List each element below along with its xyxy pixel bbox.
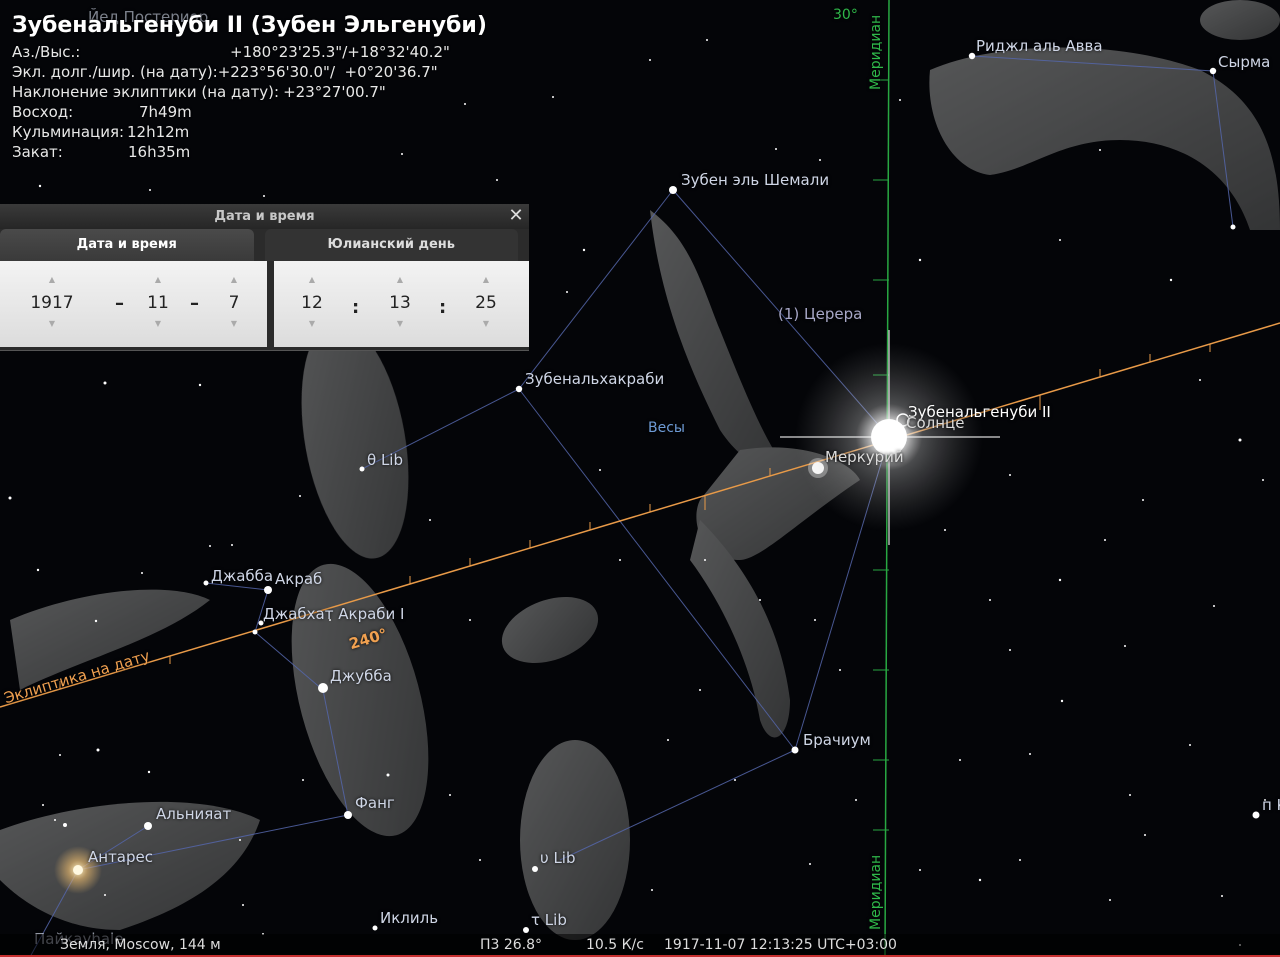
info-label: Экл. долг./шир. (на дату): [12,63,218,81]
star-label-zubenalakrab[interactable]: Зубенальхакраби [525,370,664,388]
info-value: +180°23'25.3"/+18°32'40.2" [230,43,450,61]
object-title: Зубенальгенуби II (Зубен Эльгенуби) [12,13,487,38]
chevron-up-icon[interactable]: ▲ [370,275,430,284]
date-separator: – [190,293,199,314]
star-label-theta-lib[interactable]: θ Lib [367,451,403,469]
info-row-transit: Кульминация: 12h12m [12,122,487,142]
status-location[interactable]: Земля, Moscow, 144 м [60,934,221,957]
constellation-label-libra[interactable]: Весы [648,420,685,436]
status-fps: 10.5 К/с [586,937,644,953]
star-label-syrma[interactable]: Сырма [1218,53,1270,71]
star-label-upsilon-lib[interactable]: υ Lib [540,849,576,867]
day-spinner[interactable]: ▲ 7 ▼ [204,261,264,347]
time-separator: : [352,297,360,318]
meridian-tick-label: 30° [833,7,858,23]
month-value[interactable]: 11 [128,293,188,313]
star-label-right-edge[interactable]: п К [1262,796,1280,814]
date-spinboxes: ▲ 1917 ▼ – ▲ 11 ▼ – ▲ 7 ▼ [0,261,267,347]
chevron-up-icon[interactable]: ▲ [204,275,264,284]
chevron-up-icon[interactable]: ▲ [282,275,342,284]
info-value: 7h49m [139,103,192,121]
star-label-dschubba[interactable]: Джубба [330,667,392,685]
object-info-panel: Зубенальгенуби II (Зубен Эльгенуби) Аз./… [12,12,487,162]
star-label-iklil[interactable]: Иклиль [380,909,438,927]
meridian-label-bottom: Меридиан [868,854,884,930]
time-separator: : [439,297,447,318]
dialog-tabs: Дата и время Юлианский день [0,229,529,261]
hour-spinner[interactable]: ▲ 12 ▼ [282,261,342,347]
tab-julian-day[interactable]: Юлианский день [264,229,518,261]
hour-value[interactable]: 12 [282,293,342,313]
info-row-ecliptic: Экл. долг./шир. (на дату): +223°56'30.0"… [12,62,487,82]
star-label-rigel-awwa[interactable]: Риджл аль Авва [976,37,1103,55]
datetime-dialog: Дата и время ✕ Дата и время Юлианский де… [0,204,529,351]
chevron-down-icon[interactable]: ▼ [128,319,188,328]
info-label: Кульминация: [12,123,125,141]
info-label: Аз./Выс.: [12,43,81,61]
year-spinner[interactable]: ▲ 1917 ▼ [22,261,82,347]
status-datetime[interactable]: 1917-11-07 12:13:25 UTC+03:00 [664,934,897,957]
asteroid-label-ceres[interactable]: (1) Церера [778,305,862,323]
dialog-titlebar[interactable]: Дата и время ✕ [0,204,529,229]
info-label: Закат: [12,143,63,161]
chevron-up-icon[interactable]: ▲ [22,275,82,284]
chevron-down-icon[interactable]: ▼ [282,319,342,328]
chevron-down-icon[interactable]: ▼ [456,319,516,328]
spinbox-row: ▲ 1917 ▼ – ▲ 11 ▼ – ▲ 7 ▼ ▲ 12 ▼ : ▲ 13 … [0,261,529,347]
star-label-jabhat[interactable]: Джабхат Акраби I [263,605,404,623]
minute-value[interactable]: 13 [370,293,430,313]
dialog-title: Дата и время [214,209,315,224]
info-row-obliquity: Наклонение эклиптики (на дату): +23°27'0… [12,82,487,102]
second-value[interactable]: 25 [456,293,516,313]
star-label-brachium[interactable]: Брачиум [803,731,871,749]
star-label-tau-lib[interactable]: τ Lib [531,911,567,929]
chevron-down-icon[interactable]: ▼ [370,319,430,328]
meridian-label-top: Меридиан [868,14,884,90]
info-value: 12h12m [127,123,190,141]
planet-label-mercury[interactable]: Меркурий [825,448,904,466]
status-fov: П3 26.8° [480,937,543,953]
planet-label-sun[interactable]: Солнце [906,414,964,432]
star-label-zuben-eschamali[interactable]: Зубен эль Шемали [681,171,829,189]
star-label-fang[interactable]: Фанг [355,794,395,812]
second-spinner[interactable]: ▲ 25 ▼ [456,261,516,347]
close-icon[interactable]: ✕ [507,207,525,225]
star-label-antares[interactable]: Антарес [88,848,153,866]
status-bar: Земля, Moscow, 144 м П3 26.8° 10.5 К/с 1… [0,934,1280,957]
info-label: Восход: [12,103,74,121]
date-separator: – [115,293,124,314]
day-value[interactable]: 7 [204,293,264,313]
chevron-up-icon[interactable]: ▲ [128,275,188,284]
chevron-down-icon[interactable]: ▼ [22,319,82,328]
star-label-jabbah[interactable]: Джабба [211,567,273,585]
tab-date-time[interactable]: Дата и время [0,229,254,261]
month-spinner[interactable]: ▲ 11 ▼ [128,261,188,347]
chevron-down-icon[interactable]: ▼ [204,319,264,328]
info-value: +23°27'00.7" [283,83,386,101]
info-label: Наклонение эклиптики (на дату): [12,83,280,101]
minute-spinner[interactable]: ▲ 13 ▼ [370,261,430,347]
info-row-set: Закат: 16h35m [12,142,487,162]
info-row-rise: Восход: 7h49m [12,102,487,122]
star-label-alniyat[interactable]: Альнияат [156,805,231,823]
info-value: 16h35m [128,143,191,161]
info-row-azalt: Аз./Выс.: +180°23'25.3"/+18°32'40.2" [12,42,487,62]
star-label-akrab[interactable]: Акраб [275,570,322,588]
info-value: +223°56'30.0"/ +0°20'36.7" [217,63,438,81]
chevron-up-icon[interactable]: ▲ [456,275,516,284]
time-spinboxes: ▲ 12 ▼ : ▲ 13 ▼ : ▲ 25 ▼ [274,261,529,347]
year-value[interactable]: 1917 [22,293,82,313]
